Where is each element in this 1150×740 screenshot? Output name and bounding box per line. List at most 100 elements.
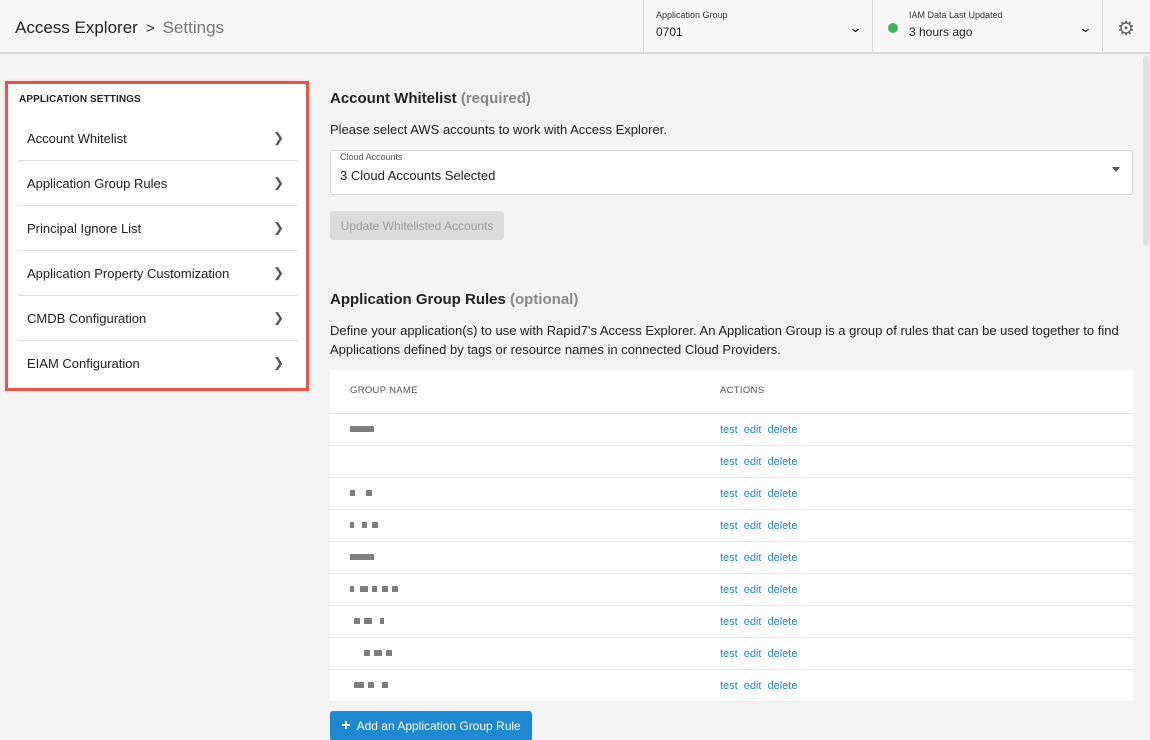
- table-row: test edit delete: [330, 446, 1133, 478]
- chevron-down-icon[interactable]: ⌄: [848, 20, 862, 36]
- sidebar-item-label: Account Whitelist: [27, 130, 127, 146]
- table-row: test edit delete: [330, 606, 1133, 638]
- delete-link[interactable]: delete: [767, 552, 797, 564]
- row-actions: test edit delete: [720, 584, 803, 596]
- redacted-group-name: [350, 554, 410, 562]
- chevron-right-icon: ❯: [273, 265, 284, 280]
- test-link[interactable]: test: [720, 584, 738, 596]
- redacted-group-name: [350, 650, 410, 658]
- sidebar-item-label: Application Group Rules: [27, 175, 168, 191]
- application-groups-table: GROUP NAME ACTIONS test edit delete test edi…: [330, 370, 1133, 702]
- application-group-label: Application Group: [656, 10, 728, 20]
- edit-link[interactable]: edit: [744, 552, 762, 564]
- breadcrumb-app[interactable]: Access Explorer: [15, 18, 138, 38]
- test-link[interactable]: test: [720, 520, 738, 532]
- sidebar-heading: APPLICATION SETTINGS: [19, 94, 141, 105]
- account-whitelist-description: Please select AWS accounts to work with …: [330, 122, 667, 137]
- settings-button[interactable]: ⚙: [1102, 0, 1150, 54]
- delete-link[interactable]: delete: [767, 456, 797, 468]
- sidebar-menu: Account Whitelist ❯ Application Group Ru…: [18, 116, 298, 386]
- delete-link[interactable]: delete: [767, 488, 797, 500]
- row-actions: test edit delete: [720, 424, 803, 436]
- vertical-scrollbar[interactable]: [1143, 56, 1149, 246]
- settings-main-panel: Account Whitelist (required) Please sele…: [318, 56, 1146, 740]
- row-actions: test edit delete: [720, 648, 803, 660]
- table-row: test edit delete: [330, 638, 1133, 670]
- plus-icon: +: [341, 717, 351, 734]
- sidebar-item-application-property-customization[interactable]: Application Property Customization ❯: [18, 251, 298, 296]
- application-group-rules-title: Application Group Rules (optional): [330, 291, 578, 308]
- row-actions: test edit delete: [720, 616, 803, 628]
- edit-link[interactable]: edit: [744, 616, 762, 628]
- add-application-group-rule-button[interactable]: + Add an Application Group Rule: [330, 711, 532, 740]
- table-header: GROUP NAME ACTIONS: [330, 370, 1133, 414]
- redacted-group-name: [350, 490, 410, 498]
- test-link[interactable]: test: [720, 616, 738, 628]
- chevron-right-icon: ❯: [273, 220, 284, 235]
- delete-link[interactable]: delete: [767, 680, 797, 692]
- delete-link[interactable]: delete: [767, 520, 797, 532]
- redacted-group-name: [350, 458, 410, 466]
- edit-link[interactable]: edit: [744, 584, 762, 596]
- top-header: Access Explorer > Settings Application G…: [0, 0, 1150, 54]
- column-header-actions: ACTIONS: [720, 385, 765, 396]
- application-group-selector[interactable]: Application Group 0701 ⌄: [643, 0, 872, 54]
- table-row: test edit delete: [330, 510, 1133, 542]
- edit-link[interactable]: edit: [744, 680, 762, 692]
- delete-link[interactable]: delete: [767, 584, 797, 596]
- sidebar-item-principal-ignore-list[interactable]: Principal Ignore List ❯: [18, 206, 298, 251]
- chevron-right-icon: ❯: [273, 355, 284, 370]
- sidebar-item-label: EIAM Configuration: [27, 356, 140, 371]
- account-whitelist-title: Account Whitelist (required): [330, 90, 531, 107]
- row-actions: test edit delete: [720, 520, 803, 532]
- test-link[interactable]: test: [720, 488, 738, 500]
- breadcrumb: Access Explorer > Settings: [15, 16, 224, 40]
- sidebar-item-eiam-configuration[interactable]: EIAM Configuration ❯: [18, 341, 298, 386]
- table-row: test edit delete: [330, 670, 1133, 702]
- sidebar-item-cmdb-configuration[interactable]: CMDB Configuration ❯: [18, 296, 298, 341]
- gear-icon[interactable]: ⚙: [1117, 16, 1135, 41]
- chevron-right-icon: ❯: [273, 310, 284, 325]
- delete-link[interactable]: delete: [767, 616, 797, 628]
- edit-link[interactable]: edit: [744, 648, 762, 660]
- table-body: test edit delete test edit delete test edit dele…: [330, 414, 1133, 702]
- iam-status-selector[interactable]: IAM Data Last Updated 3 hours ago ⌄: [872, 0, 1102, 54]
- chevron-right-icon: ❯: [273, 175, 284, 190]
- application-group-rules-title-text: Application Group Rules: [330, 291, 506, 308]
- breadcrumb-current-page: Settings: [162, 18, 225, 37]
- settings-sidebar: APPLICATION SETTINGS Account Whitelist ❯…: [5, 81, 309, 391]
- edit-link[interactable]: edit: [744, 488, 762, 500]
- sidebar-item-label: Principal Ignore List: [27, 220, 142, 236]
- application-group-rules-qualifier: (optional): [510, 291, 579, 308]
- edit-link[interactable]: edit: [744, 456, 762, 468]
- edit-link[interactable]: edit: [744, 424, 762, 436]
- table-row: test edit delete: [330, 542, 1133, 574]
- cloud-accounts-select[interactable]: Cloud Accounts 3 Cloud Accounts Selected: [330, 150, 1133, 195]
- redacted-group-name: [350, 586, 410, 594]
- test-link[interactable]: test: [720, 424, 738, 436]
- row-actions: test edit delete: [720, 456, 803, 468]
- test-link[interactable]: test: [720, 648, 738, 660]
- sidebar-item-label: CMDB Configuration: [27, 310, 147, 326]
- row-actions: test edit delete: [720, 552, 803, 564]
- caret-down-icon: [1112, 167, 1120, 172]
- iam-status-label: IAM Data Last Updated: [909, 10, 1003, 20]
- test-link[interactable]: test: [720, 680, 738, 692]
- sidebar-item-account-whitelist[interactable]: Account Whitelist ❯: [18, 116, 298, 161]
- cloud-accounts-label: Cloud Accounts: [340, 152, 403, 162]
- chevron-down-icon[interactable]: ⌄: [1078, 20, 1092, 36]
- delete-link[interactable]: delete: [767, 648, 797, 660]
- chevron-right-icon: ❯: [273, 130, 284, 145]
- edit-link[interactable]: edit: [744, 520, 762, 532]
- sidebar-item-application-group-rules[interactable]: Application Group Rules ❯: [18, 161, 298, 206]
- test-link[interactable]: test: [720, 456, 738, 468]
- redacted-group-name: [350, 426, 410, 434]
- column-header-group-name: GROUP NAME: [350, 385, 418, 396]
- iam-status-value: 3 hours ago: [909, 25, 973, 39]
- update-whitelisted-accounts-button[interactable]: Update Whitelisted Accounts: [330, 211, 504, 240]
- delete-link[interactable]: delete: [767, 424, 797, 436]
- application-group-rules-description: Define your application(s) to use with R…: [330, 323, 1119, 357]
- row-actions: test edit delete: [720, 488, 803, 500]
- table-row: test edit delete: [330, 478, 1133, 510]
- test-link[interactable]: test: [720, 552, 738, 564]
